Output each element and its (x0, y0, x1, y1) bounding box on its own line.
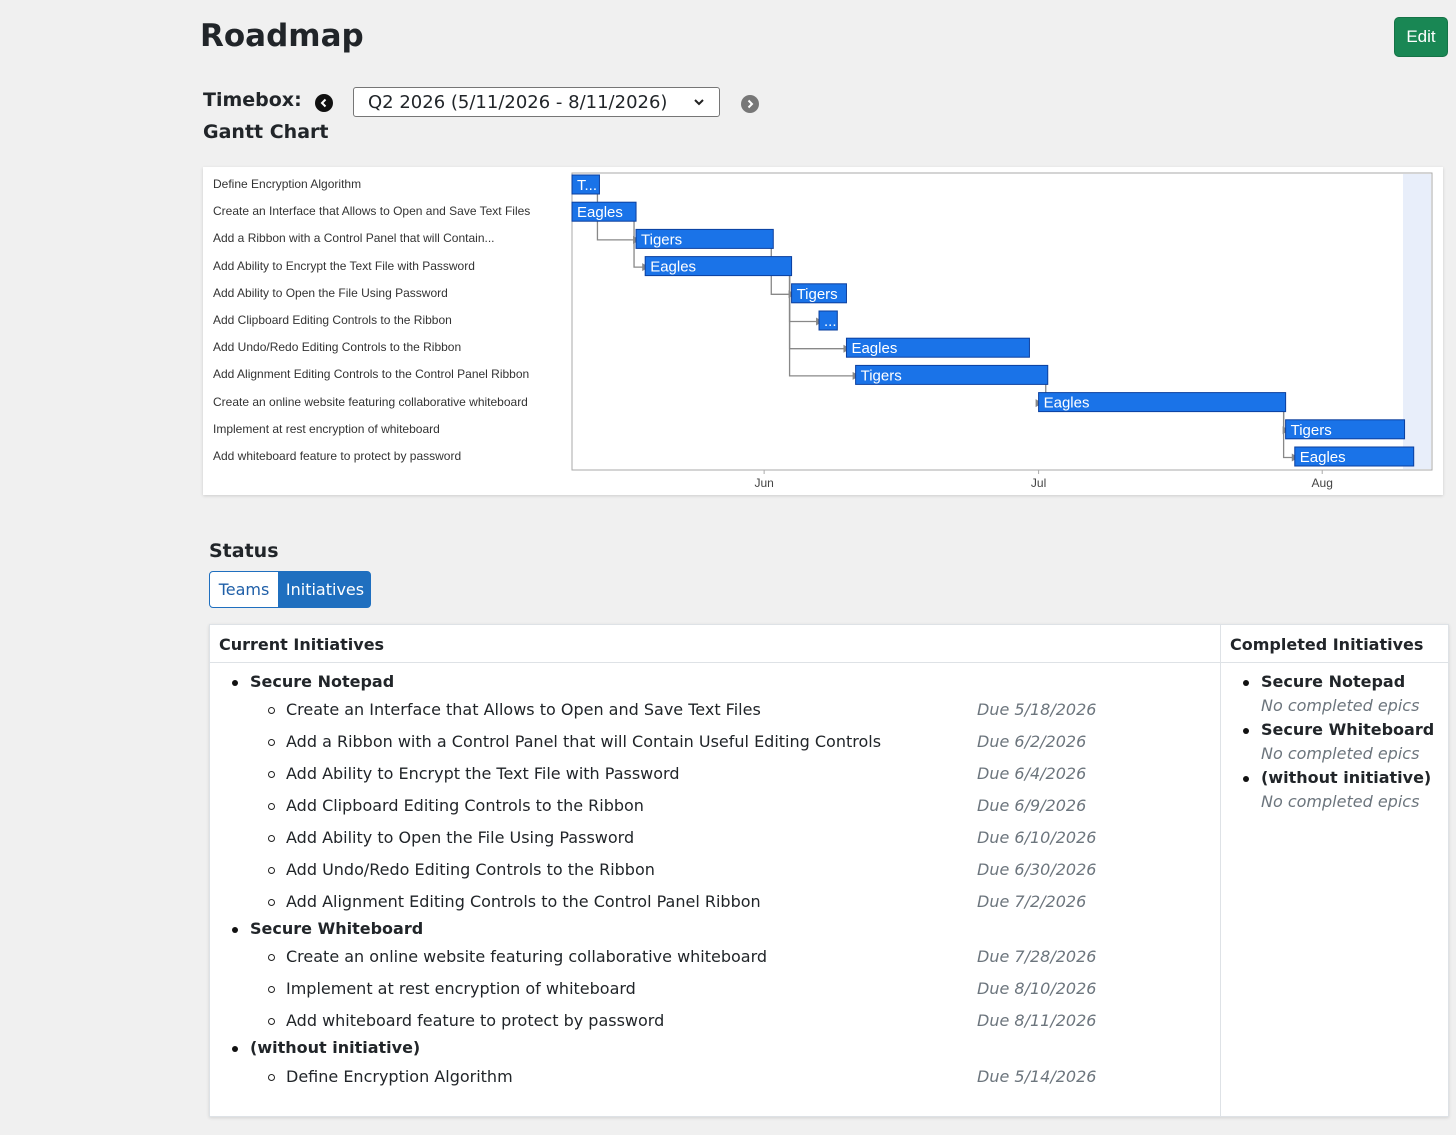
epic-name: Add Ability to Open the File Using Passw… (286, 828, 635, 847)
gantt-bar-label: Eagles (650, 259, 696, 276)
initiative-name: Secure Whiteboard (250, 919, 424, 938)
gantt-bar-label: T... (577, 177, 597, 194)
column-divider (1220, 625, 1221, 1116)
timebox-label: Timebox: (203, 89, 302, 111)
epic-bullet (268, 835, 275, 842)
epic-name: Add whiteboard feature to protect by pas… (286, 1011, 665, 1030)
epic-due-date: Due 7/28/2026 (977, 947, 1097, 966)
timebox-select-value: Q2 2026 (5/11/2026 - 8/11/2026) (368, 91, 668, 113)
epic-name: Create an online website featuring colla… (286, 947, 768, 966)
epic-due-date: Due 6/9/2026 (977, 796, 1087, 815)
epic-due-date: Due 8/11/2026 (977, 1011, 1097, 1030)
completed-initiative-bullet (1243, 728, 1249, 734)
initiative-bullet (232, 927, 238, 933)
epic-due-date: Due 6/10/2026 (977, 828, 1097, 847)
epic-due-date: Due 6/4/2026 (977, 764, 1087, 783)
previous-timebox-button[interactable] (315, 94, 333, 112)
completed-initiative-bullet (1243, 776, 1249, 782)
chevron-down-icon (694, 99, 704, 106)
gantt-bar-label: Eagles (577, 204, 623, 221)
header-divider (210, 662, 1448, 663)
epic-name: Add a Ribbon with a Control Panel that w… (286, 732, 882, 751)
no-completed-epics-note: No completed epics (1261, 744, 1420, 763)
epic-due-date: Due 6/2/2026 (977, 732, 1087, 751)
gantt-chart: T... Eagles Tigers Eagles Tigers... Eagles Tig… (571, 172, 1433, 490)
epic-name: Add Alignment Editing Controls to the Co… (286, 892, 761, 911)
gantt-bar-label: Tigers (1291, 422, 1332, 439)
completed-initiative-name: Secure Notepad (1261, 672, 1406, 691)
epic-bullet (268, 803, 275, 810)
gantt-bar-label: Eagles (851, 340, 897, 357)
chevron-right-circle-icon (747, 99, 754, 109)
timebox-select[interactable]: Q2 2026 (5/11/2026 - 8/11/2026) (353, 87, 720, 117)
gantt-chart-panel: Define Encryption Algorithm Create an Int… (203, 167, 1443, 495)
gantt-bar-label: Eagles (1300, 449, 1346, 466)
epic-bullet (268, 771, 275, 778)
epic-bullet (268, 739, 275, 746)
initiative-name: (without initiative) (250, 1038, 421, 1057)
tab-initiatives[interactable]: Initiatives (279, 571, 371, 608)
initiative-bullet (232, 680, 238, 686)
completed-initiatives-heading: Completed Initiatives (1230, 635, 1424, 654)
epic-due-date: Due 5/14/2026 (977, 1067, 1097, 1086)
initiatives-table: Current Initiatives Completed Initiative… (209, 624, 1449, 1117)
epic-due-date: Due 5/18/2026 (977, 700, 1097, 719)
status-tab-group: Teams Initiatives (209, 571, 371, 608)
epic-bullet (268, 986, 275, 993)
epic-bullet (268, 867, 275, 874)
epic-name: Add Clipboard Editing Controls to the Ri… (286, 796, 644, 815)
epic-due-date: Due 6/30/2026 (977, 860, 1097, 879)
epic-bullet (268, 954, 275, 961)
epic-bullet (268, 1018, 275, 1025)
gantt-chart-heading: Gantt Chart (203, 121, 329, 143)
edit-button[interactable]: Edit (1394, 17, 1448, 57)
epic-name: Implement at rest encryption of whiteboa… (286, 979, 636, 998)
no-completed-epics-note: No completed epics (1261, 696, 1420, 715)
no-completed-epics-note: No completed epics (1261, 792, 1420, 811)
gantt-bar-label: ... (824, 313, 837, 330)
next-timebox-button[interactable] (741, 95, 759, 113)
chevron-left-circle-icon (320, 98, 327, 108)
page-title: Roadmap (200, 18, 364, 54)
epic-bullet (268, 1074, 275, 1081)
epic-name: Define Encryption Algorithm (286, 1067, 513, 1086)
gantt-bar-label: Tigers (861, 367, 902, 384)
tab-teams[interactable]: Teams (209, 571, 279, 608)
gantt-bar-label: Eagles (1044, 395, 1090, 412)
initiative-name: Secure Notepad (250, 672, 395, 691)
initiative-bullet (232, 1046, 238, 1052)
epic-name: Add Undo/Redo Editing Controls to the Ri… (286, 860, 655, 879)
current-initiatives-heading: Current Initiatives (219, 635, 385, 654)
epic-bullet (268, 707, 275, 714)
gantt-bar-label: Tigers (641, 231, 682, 248)
gantt-axis-tick: Jul (1031, 476, 1046, 490)
gantt-axis-tick: Jun (754, 476, 773, 490)
status-heading: Status (209, 540, 279, 562)
epic-name: Create an Interface that Allows to Open … (286, 700, 761, 719)
current-date-band (1403, 174, 1431, 469)
epic-due-date: Due 7/2/2026 (977, 892, 1087, 911)
gantt-axis-tick: Aug (1312, 476, 1333, 490)
epic-due-date: Due 8/10/2026 (977, 979, 1097, 998)
completed-initiative-bullet (1243, 680, 1249, 686)
gantt-bar-label: Tigers (797, 286, 838, 303)
completed-initiative-name: (without initiative) (1261, 768, 1432, 787)
epic-bullet (268, 899, 275, 906)
completed-initiative-name: Secure Whiteboard (1261, 720, 1435, 739)
epic-name: Add Ability to Encrypt the Text File wit… (286, 764, 680, 783)
